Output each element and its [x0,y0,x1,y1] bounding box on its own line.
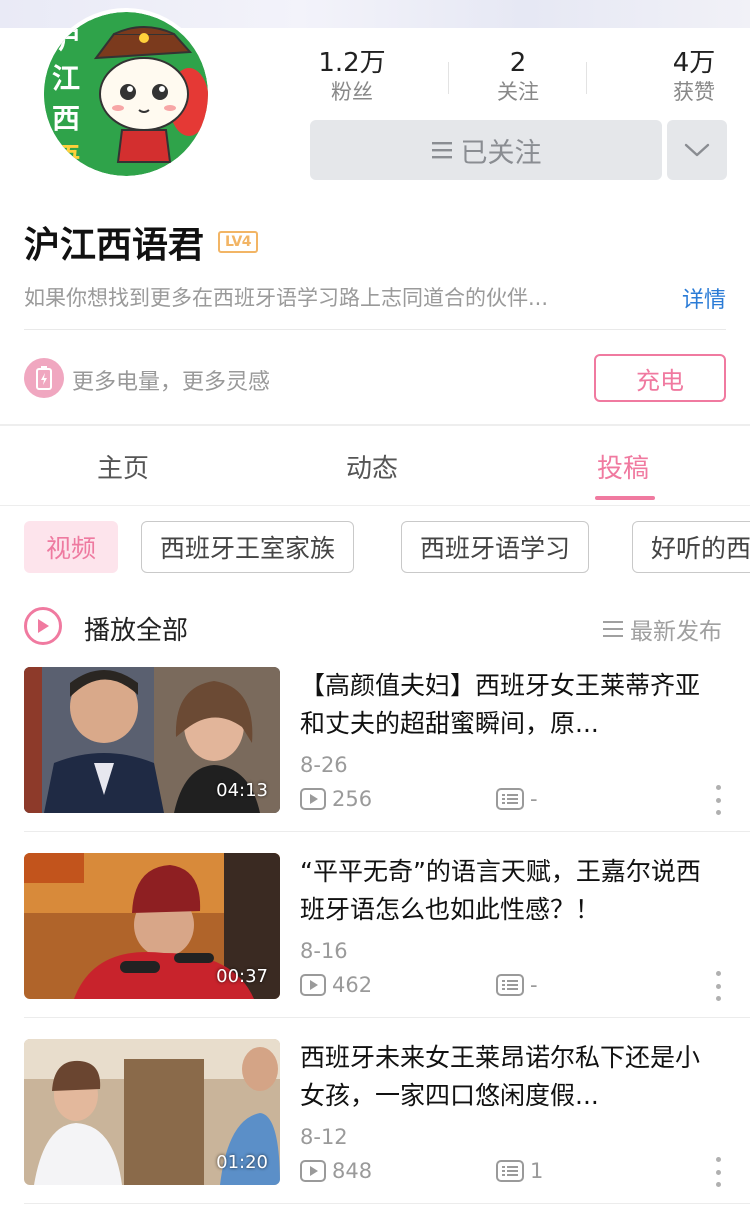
video-duration: 04:13 [216,780,268,801]
svg-text:语: 语 [52,142,80,175]
divider [24,831,750,832]
play-count-icon [300,1160,326,1182]
video-comment-count: 1 [496,1159,543,1183]
divider [24,329,726,330]
avatar-image: 沪 江 西 语 [44,12,208,176]
stat-followers[interactable]: 1.2万 粉丝 [304,48,400,106]
chip-videos[interactable]: 视频 [24,521,118,573]
more-options-icon[interactable] [712,1157,724,1187]
video-date: 8-16 [300,939,348,963]
play-all-button[interactable]: 播放全部 [84,610,188,647]
chip-spanish-royal-family[interactable]: 西班牙王室家族 [141,521,355,573]
video-title[interactable]: 西班牙未来女王莱昂诺尔私下还是小女孩，一家四口悠闲度假... [300,1039,720,1115]
active-tab-indicator [595,496,655,500]
follow-options-button[interactable] [667,120,727,180]
level-badge: LV4 [218,231,258,253]
video-comment-count: - [496,973,538,997]
following-button[interactable]: 已关注 [310,120,662,180]
video-thumbnail[interactable]: 04:13 [24,667,280,813]
tab-home[interactable]: 主页 [97,448,149,485]
charge-prompt: 更多电量，更多灵感 [72,370,271,395]
comment-list-icon [496,1160,524,1182]
video-duration: 00:37 [216,966,268,987]
sort-selector[interactable]: 最新发布 [602,612,722,646]
battery-icon [24,358,64,398]
comment-count-value: - [530,973,538,997]
divider [24,1017,750,1018]
video-date: 8-12 [300,1125,348,1149]
video-thumbnail[interactable]: 01:20 [24,1039,280,1185]
following-button-label: 已关注 [460,137,542,169]
more-options-icon[interactable] [712,785,724,815]
chevron-down-icon [684,143,710,157]
video-duration: 01:20 [216,1152,268,1173]
following-count: 2 [509,48,527,78]
video-play-count: 462 [300,973,372,997]
play-count-icon [300,788,326,810]
video-title[interactable]: 【高颜值夫妇】西班牙女王莱蒂齐亚和丈夫的超甜蜜瞬间，原... [300,667,720,743]
following-label: 关注 [497,80,539,104]
comment-count-value: 1 [530,1159,544,1183]
comment-list-icon [496,974,524,996]
charge-button[interactable]: 充电 [594,354,726,402]
play-all-icon[interactable] [24,607,62,645]
profile-bio: 如果你想找到更多在西班牙语学习路上志同道合的伙伴... [24,286,549,310]
video-item[interactable]: 00:37 “平平无奇”的语言天赋，王嘉尔说西班牙语怎么也如此性感？！ 8-16… [0,853,750,1039]
stat-following[interactable]: 2 关注 [470,48,566,106]
video-date: 8-26 [300,753,348,777]
more-options-icon[interactable] [712,971,724,1001]
play-count-icon [300,974,326,996]
video-comment-count: - [496,787,538,811]
video-play-count: 256 [300,787,372,811]
play-count-value: 462 [332,973,373,997]
video-title[interactable]: “平平无奇”的语言天赋，王嘉尔说西班牙语怎么也如此性感？！ [300,853,720,929]
video-item[interactable]: 01:20 西班牙未来女王莱昂诺尔私下还是小女孩，一家四口悠闲度假... 8-1… [0,1039,750,1225]
play-count-value: 256 [332,787,373,811]
video-thumbnail[interactable]: 00:37 [24,853,280,999]
menu-icon [431,142,452,159]
divider [0,505,750,506]
avatar[interactable]: 沪 江 西 语 [44,12,208,176]
comment-list-icon [496,788,524,810]
details-link[interactable]: 详情 [682,282,726,314]
sort-label: 最新发布 [630,619,722,645]
stat-likes[interactable]: 4万 获赞 [646,48,742,106]
profile-stats: 1.2万 粉丝 2 关注 4万 获赞 [300,48,730,108]
stat-divider [448,62,449,94]
followers-label: 粉丝 [331,80,373,104]
divider [24,1203,750,1204]
profile-name: 沪江西语君 [24,225,205,266]
comment-count-value: - [530,787,538,811]
svg-text:西: 西 [52,102,80,135]
likes-count: 4万 [672,48,716,78]
chip-spanish-songs[interactable]: 好听的西 [632,521,750,573]
stat-divider [586,62,587,94]
section-divider [0,424,750,426]
likes-label: 获赞 [673,80,715,104]
tab-uploads[interactable]: 投稿 [597,448,649,485]
svg-text:江: 江 [52,62,80,95]
video-item[interactable]: 04:13 【高颜值夫妇】西班牙女王莱蒂齐亚和丈夫的超甜蜜瞬间，原... 8-2… [0,667,750,853]
video-play-count: 848 [300,1159,372,1183]
followers-count: 1.2万 [318,48,386,78]
sort-icon [603,621,623,637]
chip-spanish-learning[interactable]: 西班牙语学习 [401,521,590,573]
tab-activity[interactable]: 动态 [346,448,398,485]
play-count-value: 848 [332,1159,373,1183]
